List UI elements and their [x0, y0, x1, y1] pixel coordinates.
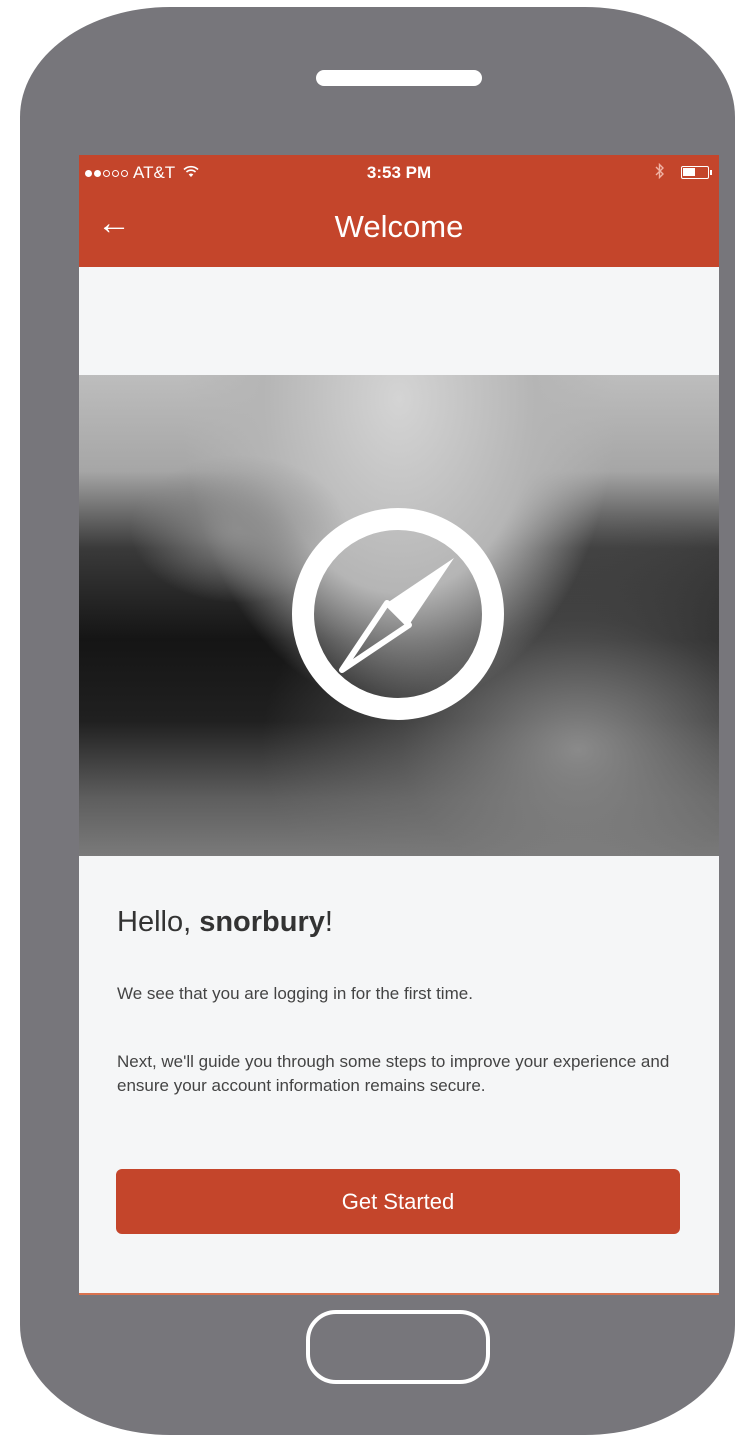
compass-icon — [292, 508, 504, 720]
get-started-button[interactable]: Get Started — [116, 1169, 680, 1234]
nav-bar: ← Welcome — [79, 191, 719, 267]
greeting-prefix: Hello, — [117, 906, 200, 938]
bluetooth-icon — [655, 162, 665, 183]
guide-message: Next, we'll guide you through some steps… — [117, 1052, 670, 1095]
username: snorbury — [199, 906, 325, 938]
app-screen: AT&T 3:53 PM ← Welcome Hello, snorbury! … — [79, 155, 719, 1295]
first-time-message: We see that you are logging in for the f… — [117, 984, 473, 1003]
battery-level — [683, 168, 695, 176]
status-time: 3:53 PM — [366, 163, 432, 182]
status-bar: AT&T 3:53 PM — [79, 155, 719, 191]
hero-image — [79, 375, 719, 856]
battery-tip — [710, 170, 712, 175]
welcome-content: Hello, snorbury! We see that you are log… — [79, 856, 719, 1295]
battery-icon — [681, 166, 712, 179]
greeting-heading: Hello, snorbury! — [117, 906, 333, 939]
bottom-divider — [79, 1293, 719, 1295]
phone-speaker — [316, 70, 482, 86]
home-button[interactable] — [306, 1310, 490, 1384]
page-title: Welcome — [334, 209, 464, 244]
greeting-suffix: ! — [324, 906, 333, 938]
phone-frame: AT&T 3:53 PM ← Welcome Hello, snorbury! … — [20, 7, 735, 1435]
